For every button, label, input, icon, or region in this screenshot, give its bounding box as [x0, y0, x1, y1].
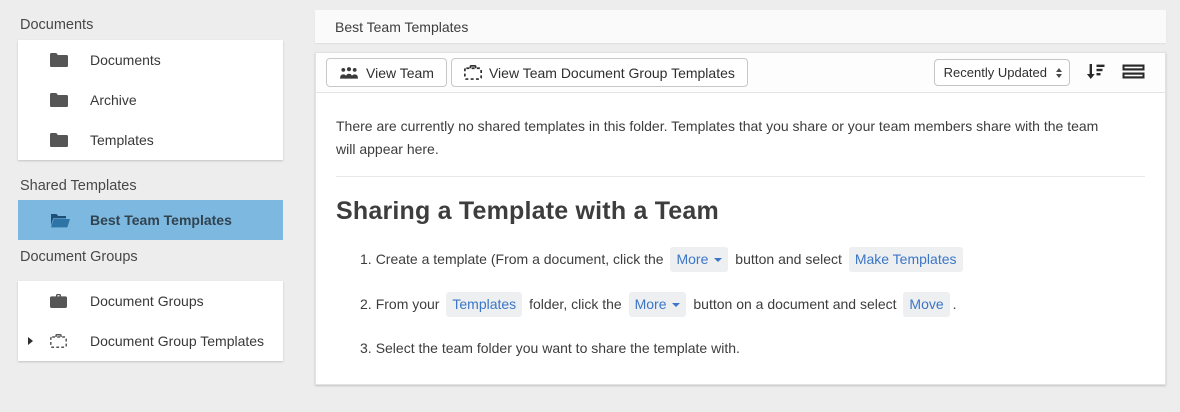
step-number: 2.: [360, 296, 372, 312]
toolbar: View Team View Team Document Group Templ…: [316, 53, 1165, 93]
team-people-icon: [339, 66, 359, 79]
sidebar-item-documents[interactable]: Documents: [18, 40, 283, 80]
step-text: folder, click the: [529, 296, 622, 312]
templates-link[interactable]: Templates: [446, 292, 523, 317]
folder-content: There are currently no shared templates …: [316, 93, 1165, 384]
sidebar-section-title-documents: Documents: [20, 17, 94, 33]
sidebar-item-archive[interactable]: Archive: [18, 80, 283, 120]
step-text: button on a document and select: [693, 296, 897, 312]
main-panel: View Team View Team Document Group Templ…: [315, 52, 1166, 385]
more-button[interactable]: More: [628, 292, 687, 317]
instruction-steps: 1. Create a template (From a document, cl…: [336, 247, 1145, 359]
sort-descending-icon: [1085, 63, 1105, 83]
empty-state-message: There are currently no shared templates …: [336, 118, 1099, 157]
briefcase-dashed-icon: [50, 334, 72, 348]
move-link[interactable]: Move: [903, 292, 950, 317]
breadcrumb-bar: Best Team Templates: [315, 10, 1166, 43]
step-3: 3. Select the team folder you want to sha…: [360, 337, 1145, 359]
open-folder-icon: [50, 213, 74, 228]
folder-icon: [50, 53, 72, 67]
step-text: button and select: [735, 251, 842, 267]
view-team-label: View Team: [366, 64, 434, 81]
folder-icon: [50, 93, 72, 107]
view-team-document-group-templates-button[interactable]: View Team Document Group Templates: [450, 58, 748, 87]
caret-down-icon: [672, 303, 681, 308]
sidebar-item-label: Document Group Templates: [90, 333, 265, 349]
caret-down-icon: [714, 258, 723, 263]
step-text: From your: [375, 296, 440, 312]
step-2: 2. From your Templates folder, click the …: [360, 292, 1145, 317]
view-team-document-group-templates-label: View Team Document Group Templates: [488, 64, 735, 81]
documents-folder-panel: Documents Archive Templates: [18, 40, 283, 160]
more-label: More: [634, 296, 667, 312]
step-1: 1. Create a template (From a document, cl…: [360, 247, 1145, 272]
expand-caret-icon[interactable]: [28, 337, 42, 345]
step-text: .: [952, 296, 957, 312]
more-button[interactable]: More: [670, 247, 729, 272]
sidebar-item-label: Documents: [90, 52, 161, 68]
sort-order-select[interactable]: Recently Updated: [933, 59, 1070, 86]
briefcase-dashed-icon: [463, 65, 482, 80]
view-team-button[interactable]: View Team: [326, 58, 447, 87]
make-templates-link[interactable]: Make Templates: [848, 247, 963, 272]
divider: [336, 176, 1145, 177]
sidebar-item-document-group-templates[interactable]: Document Group Templates: [18, 321, 283, 361]
step-text: Select the team folder you want to share…: [375, 340, 740, 356]
list-view-icon: [1122, 63, 1145, 83]
sidebar-section-title-document-groups: Document Groups: [20, 249, 138, 265]
sidebar-section-title-shared-templates: Shared Templates: [20, 178, 137, 194]
folder-icon: [50, 133, 72, 147]
sidebar-item-templates[interactable]: Templates: [18, 120, 283, 160]
sidebar-item-label: Archive: [90, 92, 137, 108]
sidebar-item-label: Document Groups: [90, 293, 204, 309]
more-label: More: [676, 251, 709, 267]
breadcrumb: Best Team Templates: [335, 18, 469, 35]
section-heading: Sharing a Template with a Team: [336, 197, 719, 225]
document-groups-panel: Document Groups Document Group Templates: [18, 281, 283, 361]
step-number: 1.: [360, 251, 372, 267]
list-view-button[interactable]: [1122, 63, 1145, 83]
sidebar-item-best-team-templates[interactable]: Best Team Templates: [18, 200, 283, 240]
step-number: 3.: [360, 340, 372, 356]
step-text: Create a template (From a document, clic…: [375, 251, 664, 267]
select-arrows-icon: [1056, 67, 1062, 78]
sort-order-value: Recently Updated: [943, 65, 1047, 80]
sidebar-item-label: Best Team Templates: [90, 212, 232, 228]
briefcase-icon: [50, 294, 72, 308]
sidebar-item-label: Templates: [90, 132, 154, 148]
sort-descending-button[interactable]: [1085, 63, 1105, 83]
sidebar-item-document-groups[interactable]: Document Groups: [18, 281, 283, 321]
